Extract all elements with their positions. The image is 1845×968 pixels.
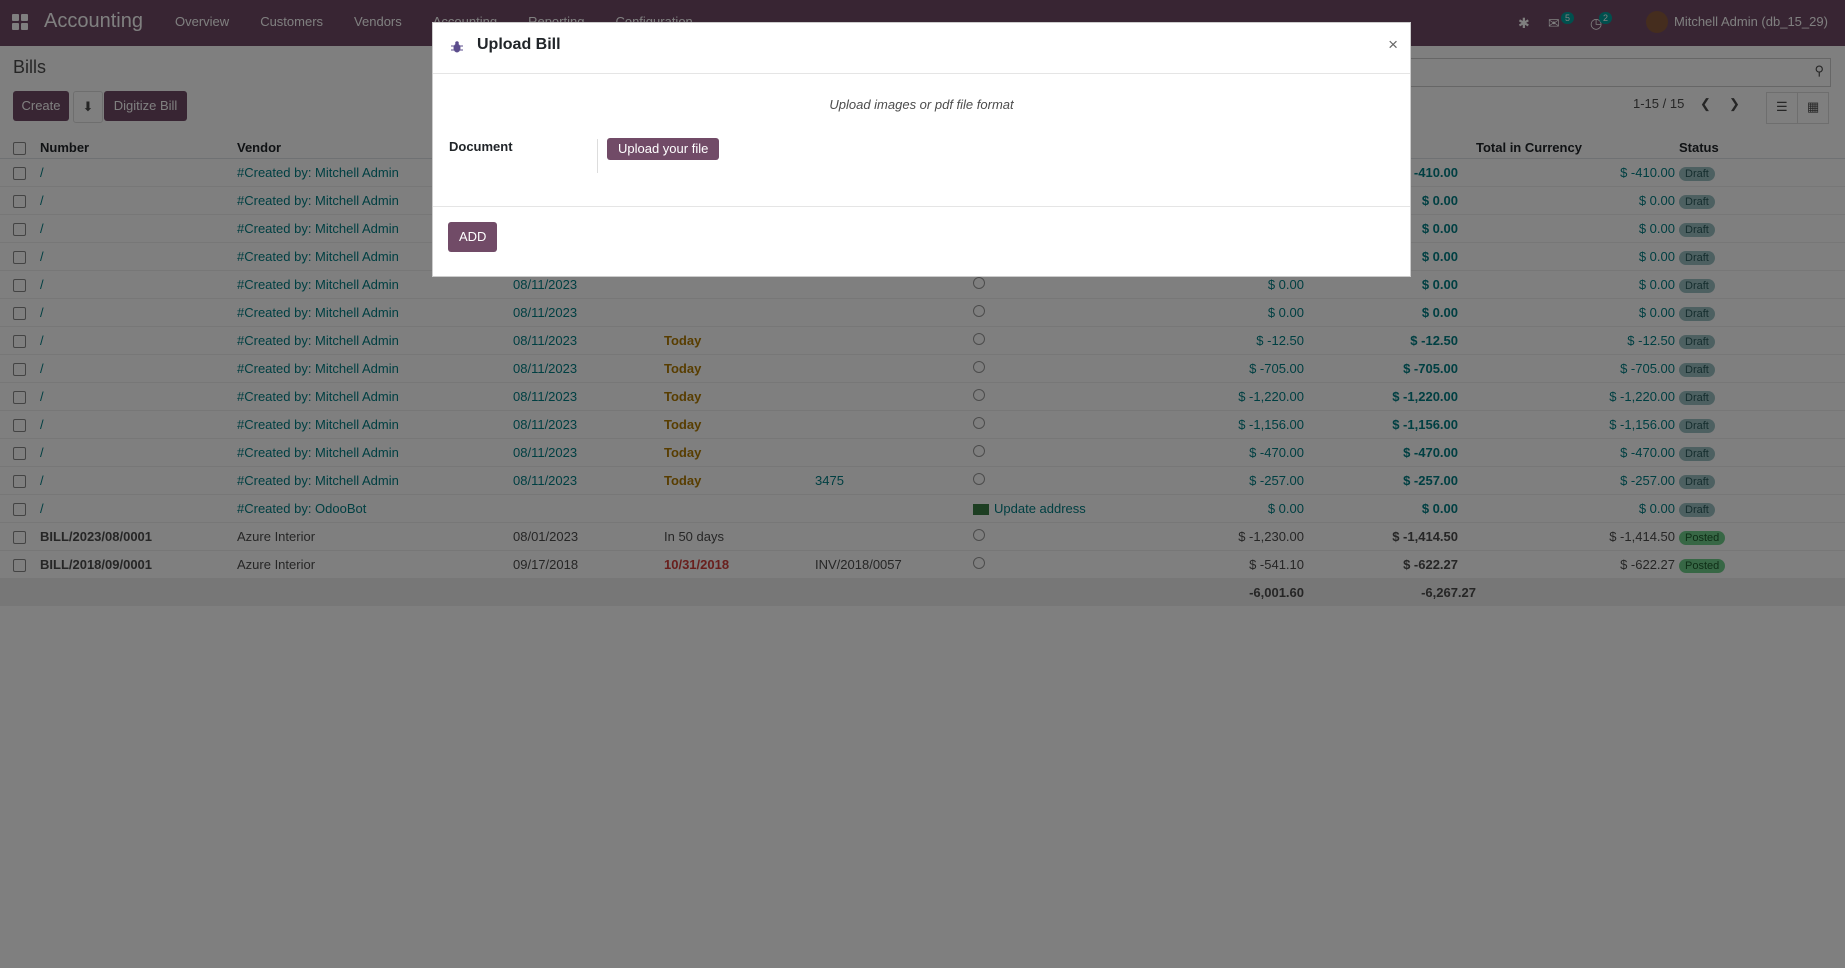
upload-hint: Upload images or pdf file format — [829, 97, 1014, 112]
modal-body: Upload images or pdf file format Documen… — [433, 73, 1410, 207]
field-separator — [597, 139, 598, 173]
upload-bill-dialog: Upload Bill × Upload images or pdf file … — [432, 22, 1411, 277]
upload-file-button[interactable]: Upload your file — [607, 138, 720, 160]
modal-header: Upload Bill × — [433, 23, 1410, 74]
bug-icon — [451, 41, 463, 53]
close-icon[interactable]: × — [1388, 35, 1398, 55]
add-button[interactable]: ADD — [448, 222, 498, 252]
modal-title: Upload Bill — [477, 36, 561, 53]
document-label: Document — [449, 139, 513, 154]
